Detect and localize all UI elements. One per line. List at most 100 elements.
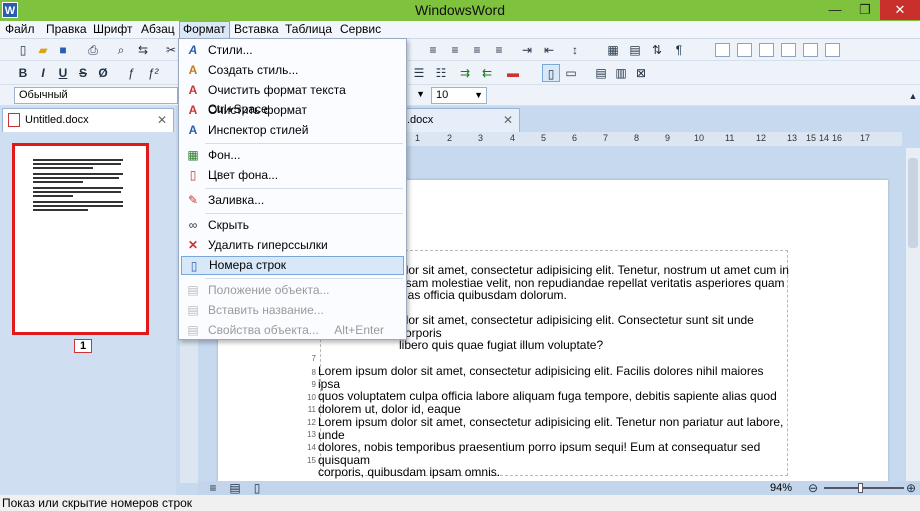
font-name-arrow[interactable]: ▼ bbox=[404, 87, 428, 104]
menu-item-object-position[interactable]: ▤ Положение объекта... bbox=[181, 281, 404, 300]
ruler-tick-label: 15 bbox=[806, 133, 817, 143]
tab-second[interactable]: .docx ✕ bbox=[392, 108, 520, 132]
indent-icon[interactable]: ⇥ bbox=[518, 41, 536, 59]
menu-format[interactable]: Формат bbox=[179, 21, 230, 39]
page-layout-icon[interactable]: ▯ bbox=[542, 64, 560, 82]
menu-item-label: Номера строк bbox=[209, 258, 287, 272]
decrease-indent-icon[interactable]: ⇇ bbox=[478, 64, 496, 82]
menu-item-remove-hyperlinks[interactable]: ✕ Удалить гиперссылки bbox=[181, 236, 404, 255]
menu-item-label: Свойства объекта... bbox=[208, 323, 319, 337]
function-icon[interactable]: ƒ bbox=[122, 64, 140, 82]
menu-item-new-style[interactable]: A Создать стиль... bbox=[181, 61, 404, 80]
superscript-icon[interactable]: Ø bbox=[94, 64, 112, 82]
close-icon[interactable]: ✕ bbox=[503, 109, 513, 131]
menu-file[interactable]: Файл bbox=[2, 21, 38, 39]
shading-icon[interactable]: ▤ bbox=[626, 41, 644, 59]
menu-item-fill[interactable]: ✎ Заливка... bbox=[181, 191, 404, 210]
align-center-icon[interactable]: ≡ bbox=[446, 41, 464, 59]
style-box-2[interactable] bbox=[737, 43, 752, 57]
minimize-button[interactable]: — bbox=[820, 0, 850, 20]
paragraph-1[interactable]: olor sit amet, consectetur adipisicing e… bbox=[399, 264, 794, 302]
page-thumbnail[interactable] bbox=[12, 143, 149, 335]
menu-item-hide[interactable]: ∞ Скрыть bbox=[181, 216, 404, 235]
style-box-1[interactable] bbox=[715, 43, 730, 57]
insert-caption-icon: ▤ bbox=[187, 303, 199, 317]
menu-item-clear-text-format[interactable]: A Очистить формат текста Ctrl+Space bbox=[181, 81, 404, 116]
line-number: 7 bbox=[311, 354, 316, 363]
show-marks-icon[interactable]: ¶ bbox=[670, 41, 688, 59]
menu-item-label: Стили... bbox=[208, 43, 253, 57]
open-icon[interactable]: ▰ bbox=[34, 41, 52, 59]
menu-item-line-numbers[interactable]: ▯ Номера строк bbox=[181, 256, 404, 275]
menu-item-style-inspector[interactable]: A Инспектор стилей bbox=[181, 121, 404, 140]
bullets-icon[interactable]: ☰ bbox=[410, 64, 428, 82]
paragraph-4[interactable]: Lorem ipsum dolor sit amet, consectetur … bbox=[318, 416, 798, 479]
style-box-6[interactable] bbox=[825, 43, 840, 57]
tab-untitled[interactable]: Untitled.docx ✕ bbox=[2, 108, 174, 132]
font-size-select[interactable]: 10 ▼ bbox=[431, 87, 487, 104]
standard-toolbar: ▯ ▰ ■ ⎙ ⌕ ⇆ ✂ ≡ ≡ ≡ ≡ ⇥ ⇤ ↕ ▦ ▤ ⇅ ¶ bbox=[0, 39, 920, 61]
header-icon[interactable]: ▤ bbox=[592, 64, 610, 82]
menu-service[interactable]: Сервис bbox=[337, 21, 384, 39]
menu-edit[interactable]: Правка bbox=[43, 21, 90, 39]
text-color-icon[interactable]: ▬ bbox=[504, 64, 522, 82]
menu-paragraph[interactable]: Абзац bbox=[138, 21, 178, 39]
page-number-label[interactable]: 1 bbox=[74, 339, 92, 353]
print-icon[interactable]: ⎙ bbox=[84, 41, 102, 59]
menu-font[interactable]: Шрифт bbox=[90, 21, 135, 39]
maximize-button[interactable]: ❐ bbox=[850, 0, 880, 20]
toolbar-scroll-icon[interactable]: ▲ bbox=[904, 87, 920, 105]
find-icon[interactable]: ⌕ bbox=[112, 41, 130, 59]
style-box-5[interactable] bbox=[803, 43, 818, 57]
menu-item-background[interactable]: ▦ Фон... bbox=[181, 146, 404, 165]
ruler-tick-label: 13 bbox=[787, 133, 798, 143]
align-left-icon[interactable]: ≡ bbox=[424, 41, 442, 59]
ruler-tick-label: 11 bbox=[725, 133, 735, 143]
scroll-thumb[interactable] bbox=[908, 158, 918, 248]
style-box-4[interactable] bbox=[781, 43, 796, 57]
menu-table[interactable]: Таблица bbox=[282, 21, 335, 39]
thumb-text-line bbox=[33, 195, 73, 197]
menu-item-clear-format[interactable]: A Очистить формат bbox=[181, 101, 404, 120]
zoom-slider-thumb[interactable] bbox=[858, 483, 863, 493]
replace-icon[interactable]: ⇆ bbox=[134, 41, 152, 59]
menu-bar: Файл Правка Шрифт Абзац Формат Вставка Т… bbox=[0, 21, 920, 39]
paragraph-3[interactable]: Lorem ipsum dolor sit amet, consectetur … bbox=[318, 365, 788, 415]
menu-item-styles[interactable]: A Стили... bbox=[181, 41, 404, 60]
bold-icon[interactable]: B bbox=[14, 64, 32, 82]
thumb-text-line bbox=[33, 177, 119, 179]
web-layout-icon[interactable]: ▭ bbox=[562, 64, 580, 82]
style-box-3[interactable] bbox=[759, 43, 774, 57]
menu-item-insert-caption[interactable]: ▤ Вставить название... bbox=[181, 301, 404, 320]
border-icon[interactable]: ▦ bbox=[604, 41, 622, 59]
menu-item-label: Вставить название... bbox=[208, 303, 324, 317]
save-icon[interactable]: ■ bbox=[54, 41, 72, 59]
close-icon[interactable]: ✕ bbox=[157, 109, 167, 131]
zoom-slider[interactable] bbox=[824, 487, 904, 489]
vertical-scrollbar[interactable] bbox=[906, 148, 920, 483]
footer-icon[interactable]: ▥ bbox=[612, 64, 630, 82]
menu-separator bbox=[205, 188, 403, 189]
justify-icon[interactable]: ≡ bbox=[490, 41, 508, 59]
ruler-tick-label: 7 bbox=[603, 133, 609, 143]
align-right-icon[interactable]: ≡ bbox=[468, 41, 486, 59]
style-select[interactable]: Обычный bbox=[14, 87, 178, 104]
numbering-icon[interactable]: ☷ bbox=[432, 64, 450, 82]
menu-item-background-color[interactable]: ▯ Цвет фона... bbox=[181, 166, 404, 185]
increase-indent-icon[interactable]: ⇉ bbox=[456, 64, 474, 82]
menu-item-object-properties[interactable]: ▤ Свойства объекта... Alt+Enter bbox=[181, 321, 404, 340]
menu-separator bbox=[205, 278, 403, 279]
menu-insert[interactable]: Вставка bbox=[231, 21, 282, 39]
close-button[interactable]: ✕ bbox=[880, 0, 920, 20]
strikethrough-icon[interactable]: S bbox=[74, 64, 92, 82]
underline-icon[interactable]: U bbox=[54, 64, 72, 82]
paragraph-2[interactable]: olor sit amet, consectetur adipisicing e… bbox=[399, 314, 794, 352]
sort-icon[interactable]: ⇅ bbox=[648, 41, 666, 59]
new-document-icon[interactable]: ▯ bbox=[14, 41, 32, 59]
line-spacing-icon[interactable]: ↕ bbox=[566, 41, 584, 59]
outdent-icon[interactable]: ⇤ bbox=[540, 41, 558, 59]
formula-icon[interactable]: ƒ² bbox=[144, 64, 162, 82]
italic-icon[interactable]: I bbox=[34, 64, 52, 82]
page-break-icon[interactable]: ⊠ bbox=[632, 64, 650, 82]
ruler-tick-label: 1 bbox=[415, 133, 421, 143]
